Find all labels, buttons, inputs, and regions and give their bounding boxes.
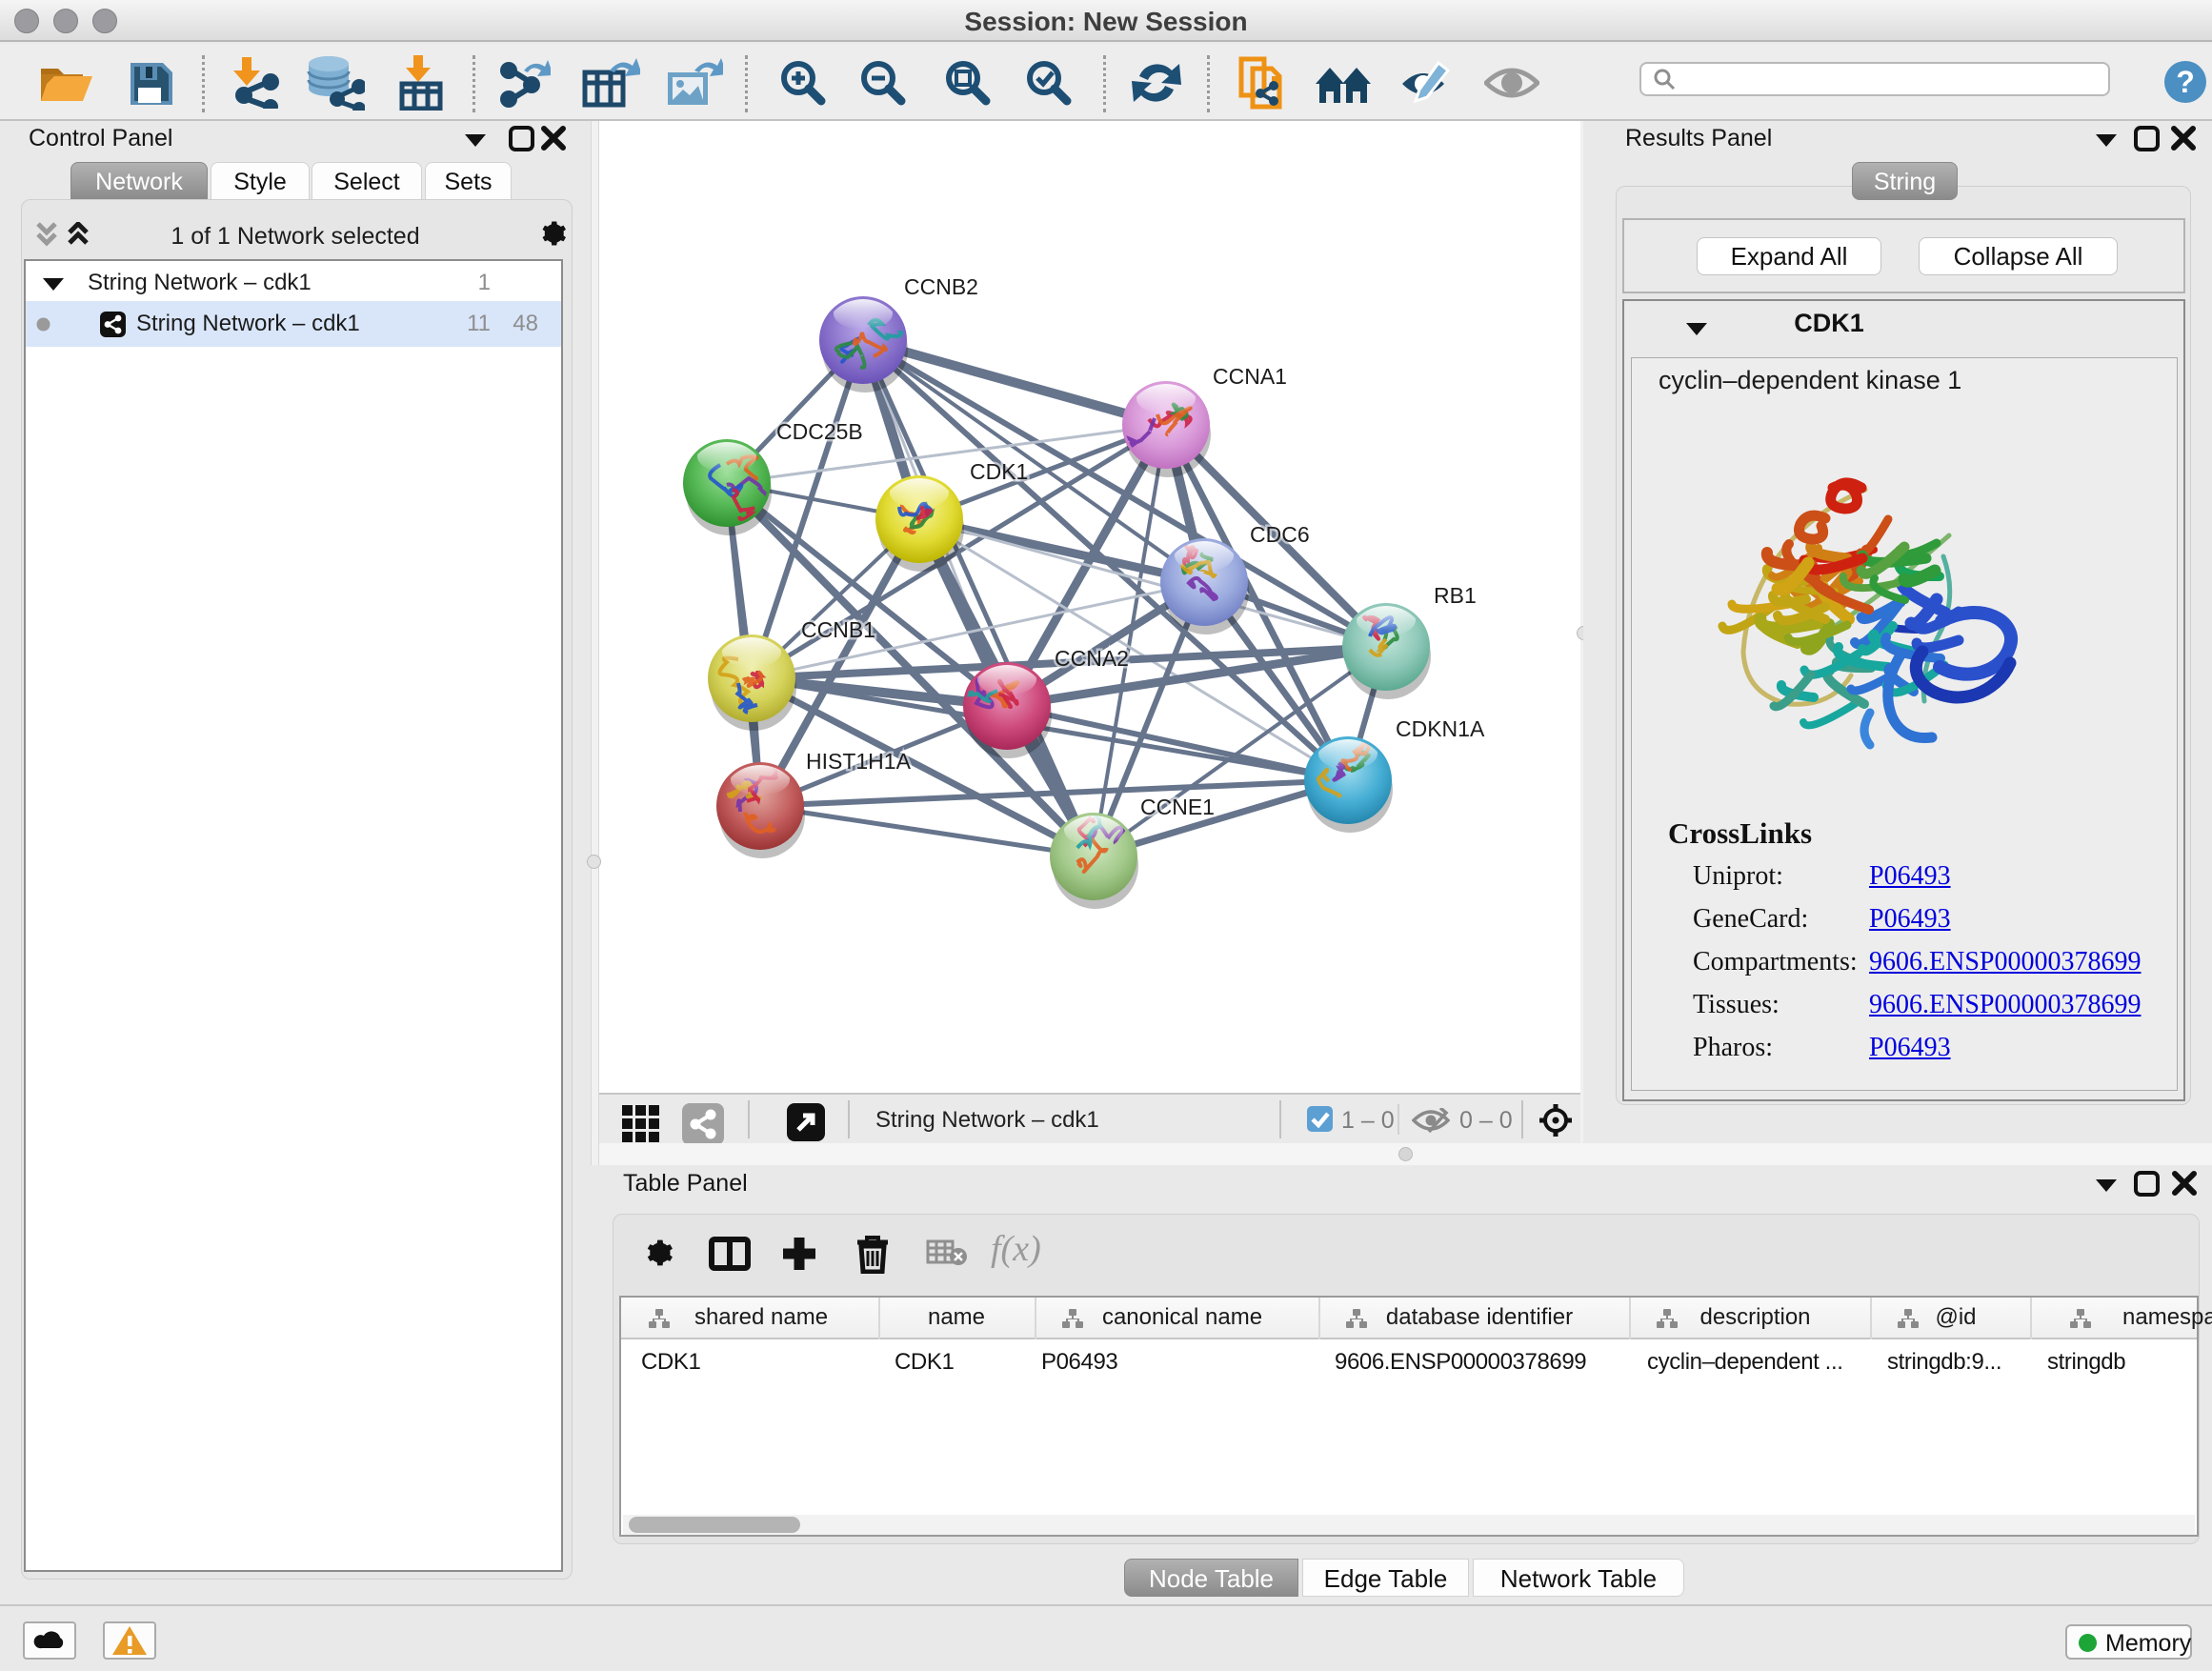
- svg-text:CCNE1: CCNE1: [1140, 795, 1215, 819]
- svg-text:CCNA1: CCNA1: [1213, 364, 1287, 389]
- svg-text:?: ?: [2176, 65, 2195, 99]
- svg-text:CCNB2: CCNB2: [904, 274, 978, 299]
- svg-text:HIST1H1A: HIST1H1A: [806, 749, 912, 774]
- svg-text:RB1: RB1: [1434, 583, 1477, 608]
- svg-text:CCNA2: CCNA2: [1055, 646, 1129, 671]
- svg-text:CDC6: CDC6: [1250, 522, 1310, 547]
- svg-text:CDKN1A: CDKN1A: [1396, 716, 1485, 741]
- svg-text:CDC25B: CDC25B: [776, 419, 863, 444]
- svg-text:CDK1: CDK1: [970, 459, 1028, 484]
- svg-text:CCNB1: CCNB1: [801, 617, 875, 642]
